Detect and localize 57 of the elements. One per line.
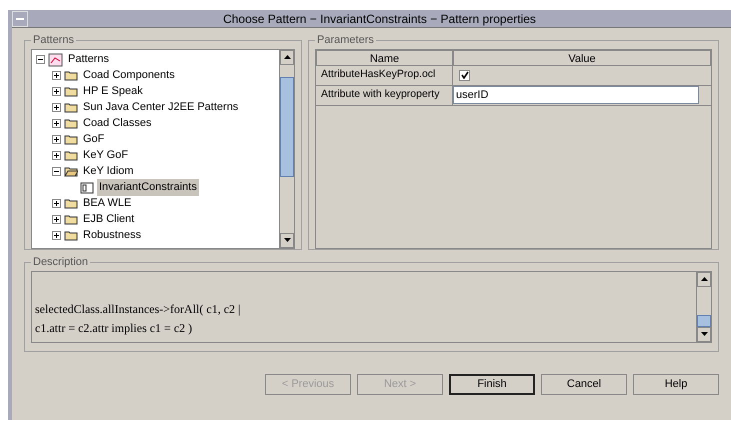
description-text: c1.attr = c2.attr implies c1 = c2 )	[35, 320, 194, 336]
group-title: Patterns	[32, 33, 75, 48]
folder-icon	[64, 198, 78, 209]
expand-icon[interactable]	[52, 103, 61, 112]
checkbox[interactable]	[459, 70, 470, 80]
scrollbar[interactable]	[696, 272, 711, 342]
scroll-up-icon[interactable]	[697, 272, 711, 286]
expand-icon[interactable]	[52, 71, 61, 80]
tree-item[interactable]: InvariantConstraints	[97, 179, 199, 196]
tree-item[interactable]: EJB Client	[81, 211, 136, 228]
collapse-icon[interactable]	[52, 167, 61, 176]
scroll-down-icon[interactable]	[697, 326, 711, 342]
collapse-icon[interactable]	[36, 55, 45, 64]
folder-icon	[64, 214, 78, 225]
folder-icon	[64, 118, 78, 129]
folder-icon	[64, 70, 78, 81]
expand-icon[interactable]	[52, 199, 61, 208]
window-title: Choose Pattern − InvariantConstraints − Pattern properties	[222, 10, 537, 28]
group-title: Parameters	[316, 33, 375, 48]
value-field[interactable]: userID	[453, 86, 699, 104]
expand-icon[interactable]	[52, 231, 61, 240]
tree-item[interactable]: Sun Java Center J2EE Patterns	[81, 99, 240, 116]
expand-icon[interactable]	[52, 135, 61, 144]
patterns-icon	[48, 52, 63, 66]
scroll-down-icon[interactable]	[280, 232, 294, 248]
tree-item[interactable]: KeY Idiom	[81, 163, 136, 180]
expand-icon[interactable]	[52, 215, 61, 224]
folder-icon	[64, 150, 78, 161]
tree-item[interactable]: Coad Classes	[81, 115, 154, 132]
folder-icon	[64, 86, 78, 97]
column-header[interactable]: Value	[453, 50, 711, 66]
dialog-button[interactable]: Cancel	[541, 374, 627, 395]
scroll-thumb[interactable]	[697, 314, 711, 326]
folder-icon	[64, 102, 78, 113]
folder-icon	[64, 230, 78, 241]
tree-item[interactable]: HP E Speak	[81, 83, 145, 100]
tree-item[interactable]: GoF	[81, 131, 106, 148]
parameter-name: AttributeHasKeyProp.ocl	[316, 66, 453, 84]
dialog-button[interactable]: Finish	[449, 374, 535, 395]
group-title: Description	[32, 255, 90, 270]
dialog-button[interactable]: Help	[633, 374, 719, 395]
tree-item[interactable]: Coad Components	[81, 67, 177, 84]
tree-item[interactable]: KeY GoF	[81, 147, 130, 164]
scrollbar[interactable]	[279, 50, 294, 248]
scroll-thumb[interactable]	[280, 76, 294, 176]
tree-item[interactable]: Robustness	[81, 227, 144, 244]
column-header[interactable]: Name	[316, 50, 453, 66]
expand-icon[interactable]	[52, 87, 61, 96]
open-folder-icon	[64, 166, 78, 177]
pattern-icon	[80, 182, 94, 194]
expand-icon[interactable]	[52, 151, 61, 160]
description-text: selectedClass.allInstances->forAll( c1, c2 |	[35, 300, 242, 318]
tree-item[interactable]: Patterns	[66, 51, 111, 68]
expand-icon[interactable]	[52, 119, 61, 128]
folder-icon	[64, 134, 78, 145]
scroll-up-icon[interactable]	[280, 50, 294, 64]
tree-item[interactable]: BEA WLE	[81, 195, 134, 212]
